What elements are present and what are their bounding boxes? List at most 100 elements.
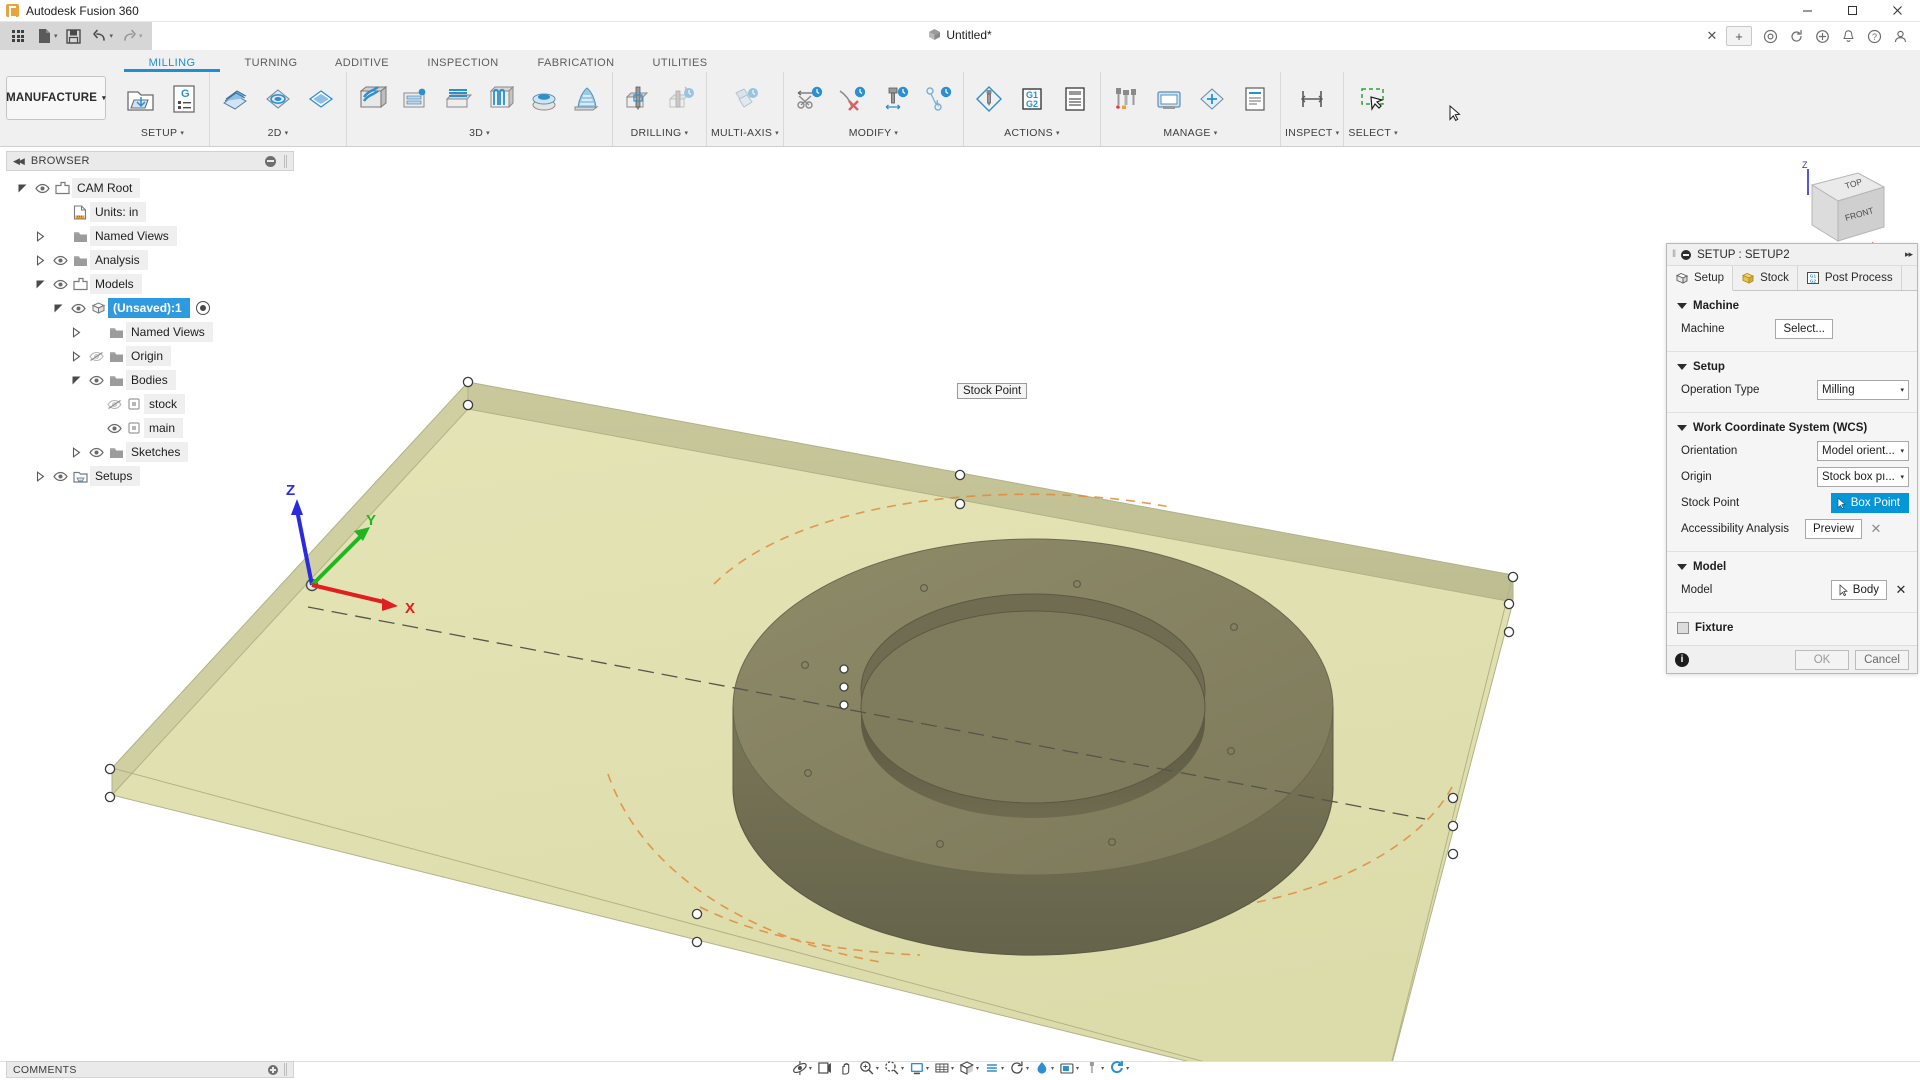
display-settings-icon[interactable]: ▾: [906, 1058, 931, 1078]
eye-hidden-icon[interactable]: [86, 351, 106, 362]
eye-visible-icon[interactable]: [68, 303, 88, 314]
expander-open-icon[interactable]: [48, 303, 68, 314]
tool-library-icon[interactable]: [1105, 74, 1147, 124]
section-setup-header[interactable]: Setup: [1667, 359, 1917, 377]
question-icon[interactable]: ?: [1862, 24, 1886, 48]
fixture-checkbox[interactable]: [1677, 622, 1689, 634]
panel-manage-label[interactable]: MANAGE ▾: [1163, 127, 1217, 139]
ok-button[interactable]: OK: [1795, 650, 1849, 670]
face-icon[interactable]: [214, 74, 256, 124]
eye-visible-icon[interactable]: [50, 471, 70, 482]
panel-multi-axis-label[interactable]: MULTI-AXIS ▾: [711, 127, 779, 139]
orbit-icon[interactable]: ▾: [789, 1058, 814, 1078]
comments-inner[interactable]: COMMENTS: [6, 1061, 294, 1078]
swarf-icon[interactable]: [724, 74, 766, 124]
account-icon[interactable]: [1888, 24, 1912, 48]
tree-item-stock[interactable]: stock: [0, 392, 300, 416]
setup-sheet-icon[interactable]: [1054, 74, 1096, 124]
viewports-icon[interactable]: ▾: [956, 1058, 981, 1078]
expander-closed-icon[interactable]: [66, 447, 86, 458]
tab-fabrication[interactable]: FABRICATION: [518, 57, 634, 72]
refresh-icon[interactable]: [1784, 24, 1808, 48]
expander-closed-icon[interactable]: [30, 471, 50, 482]
panel-modify-label[interactable]: MODIFY ▾: [849, 127, 898, 139]
panel-select-label[interactable]: SELECT ▾: [1348, 127, 1397, 139]
reorder-points-icon[interactable]: [917, 74, 959, 124]
tree-item-models[interactable]: Models: [0, 272, 300, 296]
help-circle-icon[interactable]: [1758, 24, 1782, 48]
tree-item-sketches[interactable]: Sketches: [0, 440, 300, 464]
section-model-header[interactable]: Model: [1667, 559, 1917, 577]
panel-inspect-label[interactable]: INSPECT ▾: [1285, 127, 1339, 139]
model-body-button[interactable]: Body: [1831, 580, 1887, 600]
panel-3d-label[interactable]: 3D ▾: [469, 127, 490, 139]
layers-icon[interactable]: ▾: [981, 1058, 1006, 1078]
post-process-icon[interactable]: G1G2: [1011, 74, 1053, 124]
expander-closed-icon[interactable]: [66, 351, 86, 362]
machine-select-button[interactable]: Select...: [1775, 319, 1833, 339]
bell-icon[interactable]: [1836, 24, 1860, 48]
expander-open-icon[interactable]: [12, 183, 32, 194]
adaptive-clearing-icon[interactable]: [351, 74, 393, 124]
cancel-button[interactable]: Cancel: [1855, 650, 1909, 670]
add-comment-icon[interactable]: [268, 1065, 278, 1075]
tree-item-named-views[interactable]: Named Views: [0, 224, 300, 248]
scallop-icon[interactable]: [566, 74, 608, 124]
stock-point-box-point-button[interactable]: Box Point: [1831, 493, 1909, 513]
tree-item-bodies[interactable]: Bodies: [0, 368, 300, 392]
eye-visible-icon[interactable]: [86, 375, 106, 386]
extend-toolpath-icon[interactable]: [874, 74, 916, 124]
close-button[interactable]: [1875, 0, 1920, 22]
new-file-caret-icon[interactable]: ▾: [54, 32, 58, 40]
dialog-title-bar[interactable]: ‖ SETUP : SETUP2 ▸▸: [1667, 244, 1917, 266]
tab-stock[interactable]: Stock: [1733, 266, 1798, 290]
tree-item-units-in[interactable]: Units: in: [0, 200, 300, 224]
pan-look-at-icon[interactable]: [814, 1058, 835, 1078]
panel-2d-label[interactable]: 2D ▾: [268, 127, 289, 139]
parallel-icon[interactable]: [437, 74, 479, 124]
tab-setup[interactable]: Setup: [1667, 266, 1733, 291]
setup-icon[interactable]: [120, 74, 162, 124]
minimize-button[interactable]: [1785, 0, 1830, 22]
workspace-button[interactable]: MANUFACTURE ▾: [6, 76, 106, 120]
undo-icon[interactable]: [88, 24, 112, 48]
maximize-button[interactable]: [1830, 0, 1875, 22]
eye-visible-icon[interactable]: [50, 279, 70, 290]
workspace-switcher[interactable]: MANUFACTURE ▾: [0, 50, 112, 146]
accessibility-preview-button[interactable]: Preview: [1805, 519, 1862, 539]
close-document-icon[interactable]: ✕: [1700, 24, 1724, 48]
machine-library-icon[interactable]: [1148, 74, 1190, 124]
simulate-icon[interactable]: [968, 74, 1010, 124]
model-clear-icon[interactable]: ✕: [1893, 582, 1909, 598]
origin-select[interactable]: Stock box pı... ▾: [1817, 467, 1909, 487]
dialog-expand-icon[interactable]: ▸▸: [1905, 249, 1912, 260]
save-icon[interactable]: [62, 24, 86, 48]
panel-actions-label[interactable]: ACTIONS ▾: [1004, 127, 1060, 139]
tab-inspection[interactable]: INSPECTION: [408, 57, 518, 72]
eye-visible-icon[interactable]: [32, 183, 52, 194]
tree-item-unsaved-1[interactable]: (Unsaved):1: [0, 296, 300, 320]
refresh-view-icon[interactable]: ▾: [1006, 1058, 1031, 1078]
accessibility-clear-icon[interactable]: ✕: [1868, 521, 1884, 537]
operation-type-select[interactable]: Milling ▾: [1817, 380, 1909, 400]
appearance-icon[interactable]: ▾: [1031, 1058, 1056, 1078]
browser-collapse-dot-icon[interactable]: [265, 156, 276, 167]
activate-component-radio[interactable]: [196, 301, 210, 315]
eye-hidden-icon[interactable]: [104, 399, 124, 410]
tree-item-analysis[interactable]: Analysis: [0, 248, 300, 272]
redo-caret-icon[interactable]: ▾: [139, 32, 143, 40]
grid-snap-icon[interactable]: ▾: [931, 1058, 956, 1078]
tab-utilities[interactable]: UTILITIES: [634, 57, 726, 72]
redo-icon[interactable]: [117, 24, 141, 48]
tab-additive[interactable]: ADDITIVE: [316, 57, 408, 72]
tab-milling[interactable]: MILLING: [118, 57, 226, 72]
measure-icon[interactable]: [1291, 74, 1333, 124]
undo-caret-icon[interactable]: ▾: [110, 32, 114, 40]
tree-item-setups[interactable]: Setups: [0, 464, 300, 488]
zoom-icon[interactable]: ▾: [856, 1058, 881, 1078]
component-color-icon[interactable]: ▾: [1081, 1058, 1106, 1078]
window-select-icon[interactable]: [1352, 74, 1394, 124]
expander-closed-icon[interactable]: [30, 231, 50, 242]
zoom-window-icon[interactable]: ▾: [881, 1058, 906, 1078]
fixture-row[interactable]: Fixture: [1667, 620, 1917, 636]
